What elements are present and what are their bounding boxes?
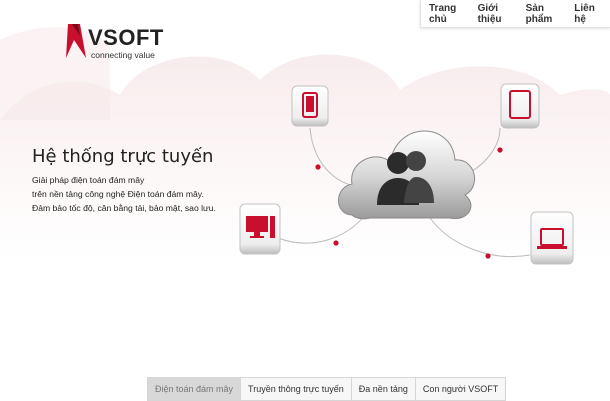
feature-tabs: Điện toán đám mây Truyền thông trực tuyế… — [147, 377, 507, 401]
desktop-computer-icon — [239, 203, 281, 255]
cloud-diagram — [239, 83, 574, 265]
tablet-icon — [500, 83, 540, 129]
tab-cloud-computing[interactable]: Điện toán đám mây — [148, 378, 242, 400]
cloud-users-icon — [338, 130, 475, 220]
laptop-icon — [530, 211, 574, 265]
tab-multi-platform[interactable]: Đa nền tảng — [352, 378, 416, 400]
tab-vsoft-people[interactable]: Con người VSOFT — [416, 378, 505, 400]
mobile-phone-icon — [291, 85, 329, 127]
tab-online-media[interactable]: Truyền thông trực tuyến — [241, 378, 352, 400]
